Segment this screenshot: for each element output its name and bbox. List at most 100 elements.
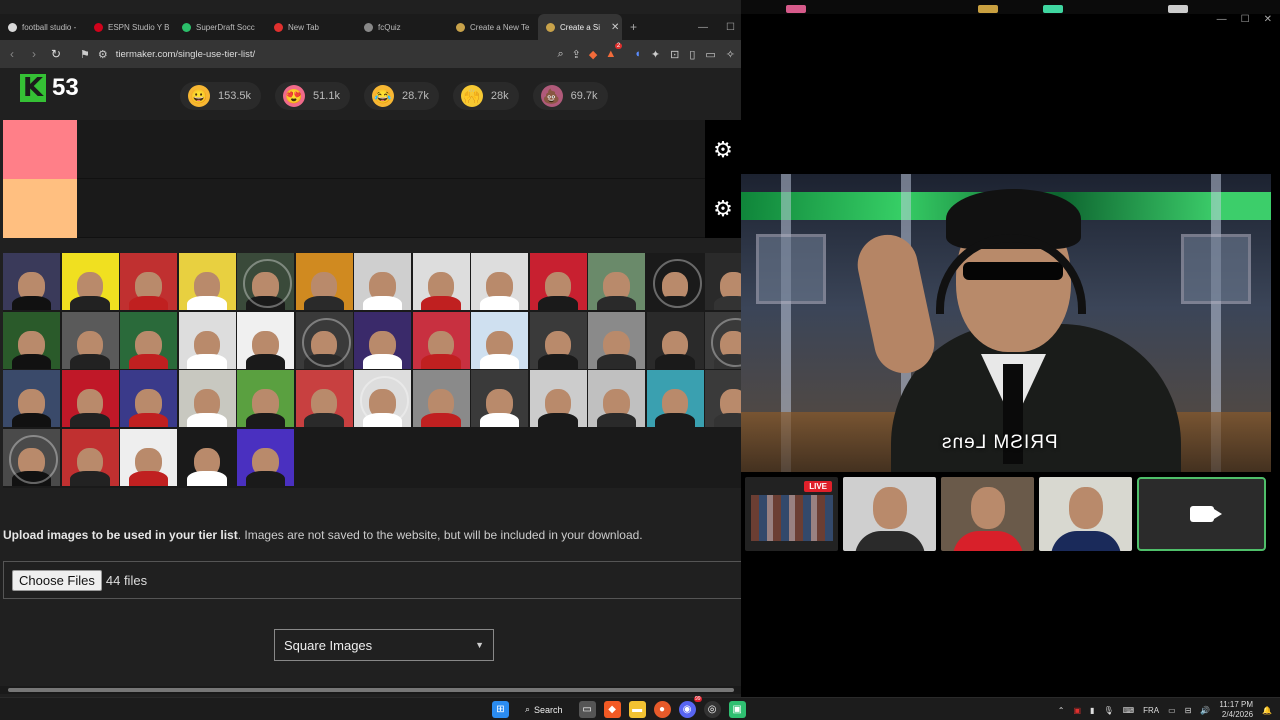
tier-item-image[interactable]: [237, 428, 294, 486]
tier-item-image[interactable]: [295, 253, 353, 310]
tier-item-image[interactable]: [588, 253, 645, 310]
tier-item-image[interactable]: [588, 370, 645, 427]
image-shape-select[interactable]: Square Images ▼: [274, 629, 494, 661]
language-indicator[interactable]: FRA: [1143, 706, 1159, 715]
participant-tile[interactable]: [1039, 477, 1132, 551]
tier-item-image[interactable]: [646, 253, 704, 310]
tier-item-image[interactable]: [471, 370, 528, 427]
tab-close-icon[interactable]: ✕: [611, 22, 619, 33]
tier-item-image[interactable]: [354, 311, 411, 369]
browser-tab[interactable]: football studio -: [0, 14, 86, 40]
tier-item-image[interactable]: [178, 370, 236, 427]
tier-item-image[interactable]: [646, 370, 704, 427]
back-icon[interactable]: ‹: [6, 47, 18, 61]
tier-item-image[interactable]: [354, 370, 411, 427]
bookmark-icon[interactable]: ⚑: [80, 48, 90, 61]
tier-item-image[interactable]: [3, 370, 60, 427]
obs-icon[interactable]: ◎: [703, 701, 721, 718]
tier-item-image[interactable]: [295, 311, 353, 369]
minimize-icon[interactable]: —: [698, 22, 708, 33]
wallet-icon[interactable]: ◖: [634, 48, 641, 60]
tier-item-image[interactable]: [61, 428, 119, 486]
tier-item-image[interactable]: [120, 311, 177, 369]
forward-icon[interactable]: ›: [28, 47, 40, 61]
brave-browser-icon[interactable]: ◆: [603, 701, 621, 718]
self-camera-tile[interactable]: [1137, 477, 1266, 551]
url-text[interactable]: tiermaker.com/single-use-tier-list/: [116, 49, 550, 60]
tier-item-image[interactable]: [354, 253, 411, 310]
site-info-icon[interactable]: ⚙: [98, 48, 108, 61]
tier-item-image[interactable]: [3, 253, 60, 310]
windows-start-icon[interactable]: ⊞: [492, 701, 509, 718]
site-brand[interactable]: K 53: [20, 74, 79, 102]
reaction-button[interactable]: 💩 69.7k: [532, 82, 608, 110]
participant-tile[interactable]: [941, 477, 1034, 551]
maximize-icon[interactable]: ☐: [726, 22, 735, 33]
notifications-bell-icon[interactable]: 🔔: [1262, 706, 1272, 715]
tier-item-image[interactable]: [120, 253, 177, 310]
participant-tile[interactable]: [843, 477, 936, 551]
taskbar-search[interactable]: ⌕ Search: [517, 704, 571, 715]
tier-item-image[interactable]: [295, 370, 353, 427]
reaction-button[interactable]: 😍 51.1k: [275, 82, 350, 110]
tier-item-image[interactable]: [529, 370, 587, 427]
tier-row[interactable]: ⚙: [3, 179, 741, 238]
task-view-icon[interactable]: ▭: [578, 701, 596, 718]
choose-files-button[interactable]: Choose Files: [12, 569, 102, 591]
tier-item-image[interactable]: [412, 311, 470, 369]
zoom-icon[interactable]: ⌕: [557, 48, 563, 61]
volume-icon[interactable]: 🔊: [1200, 706, 1210, 715]
firefox-icon[interactable]: ●: [653, 701, 671, 718]
file-input[interactable]: Choose Files 44 files: [3, 561, 741, 599]
display-icon[interactable]: ▭: [1168, 706, 1176, 715]
tier-item-image[interactable]: [646, 311, 704, 369]
close-icon[interactable]: ✕: [1264, 14, 1272, 25]
screenshot-icon[interactable]: ⊡: [670, 48, 679, 61]
wallet-panel-icon[interactable]: ▭: [705, 48, 715, 61]
tier-item-image[interactable]: [178, 311, 236, 369]
participant-tile-screenshare[interactable]: LIVE: [745, 477, 838, 551]
scrollbar-thumb[interactable]: [8, 688, 734, 692]
browser-tab-active[interactable]: Create a Si ✕: [538, 14, 622, 40]
tier-item-image[interactable]: [705, 311, 741, 369]
tier-item-image[interactable]: [529, 253, 587, 310]
tier-item-image[interactable]: [471, 311, 528, 369]
minimize-icon[interactable]: —: [1217, 14, 1227, 25]
tier-settings-gear-icon[interactable]: ⚙: [705, 179, 741, 238]
main-video-feed[interactable]: PRISM Lens: [741, 174, 1271, 472]
maximize-icon[interactable]: ☐: [1241, 14, 1250, 25]
tier-item-image[interactable]: [61, 253, 119, 310]
tier-label[interactable]: [3, 179, 77, 238]
brave-rewards-icon[interactable]: ▲ 2: [605, 43, 623, 60]
reaction-button[interactable]: 😂 28.7k: [363, 82, 439, 110]
tier-item-image[interactable]: [3, 311, 60, 369]
tier-item-image[interactable]: [412, 370, 470, 427]
tray-chevron-up-icon[interactable]: ⌃: [1058, 706, 1065, 715]
tier-item-image[interactable]: [178, 253, 236, 310]
tier-label[interactable]: [3, 120, 77, 179]
usb-icon[interactable]: ▮: [1090, 706, 1094, 715]
extensions-icon[interactable]: ✦: [651, 48, 660, 61]
tier-item-image[interactable]: [588, 311, 645, 369]
tier-item-image[interactable]: [471, 253, 528, 310]
browser-tab[interactable]: New Tab: [266, 14, 356, 40]
tier-item-image[interactable]: [705, 370, 741, 427]
tier-item-image[interactable]: [178, 428, 236, 486]
horizontal-scrollbar[interactable]: [0, 686, 741, 694]
browser-tab[interactable]: fcQuiz: [356, 14, 448, 40]
sidebar-icon[interactable]: ▯: [689, 48, 695, 61]
meeting-app-icon[interactable]: ▣: [728, 701, 746, 718]
share-icon[interactable]: ⇪: [572, 48, 581, 61]
tier-item-image[interactable]: [237, 311, 294, 369]
brave-shields-icon[interactable]: ◆: [589, 48, 597, 61]
reaction-button[interactable]: 🙌 28k: [452, 82, 519, 110]
tier-item-image[interactable]: [61, 370, 119, 427]
tray-app-icon[interactable]: ▣: [1073, 706, 1081, 715]
keyboard-icon[interactable]: ⌨: [1123, 706, 1135, 715]
tier-item-image[interactable]: [120, 428, 177, 486]
browser-tab[interactable]: SuperDraft Socc: [174, 14, 266, 40]
tier-row[interactable]: ⚙: [3, 120, 741, 179]
browser-tab[interactable]: ESPN Studio Y B: [86, 14, 174, 40]
network-icon[interactable]: ⊟: [1185, 706, 1192, 715]
tier-item-image[interactable]: [237, 253, 294, 310]
